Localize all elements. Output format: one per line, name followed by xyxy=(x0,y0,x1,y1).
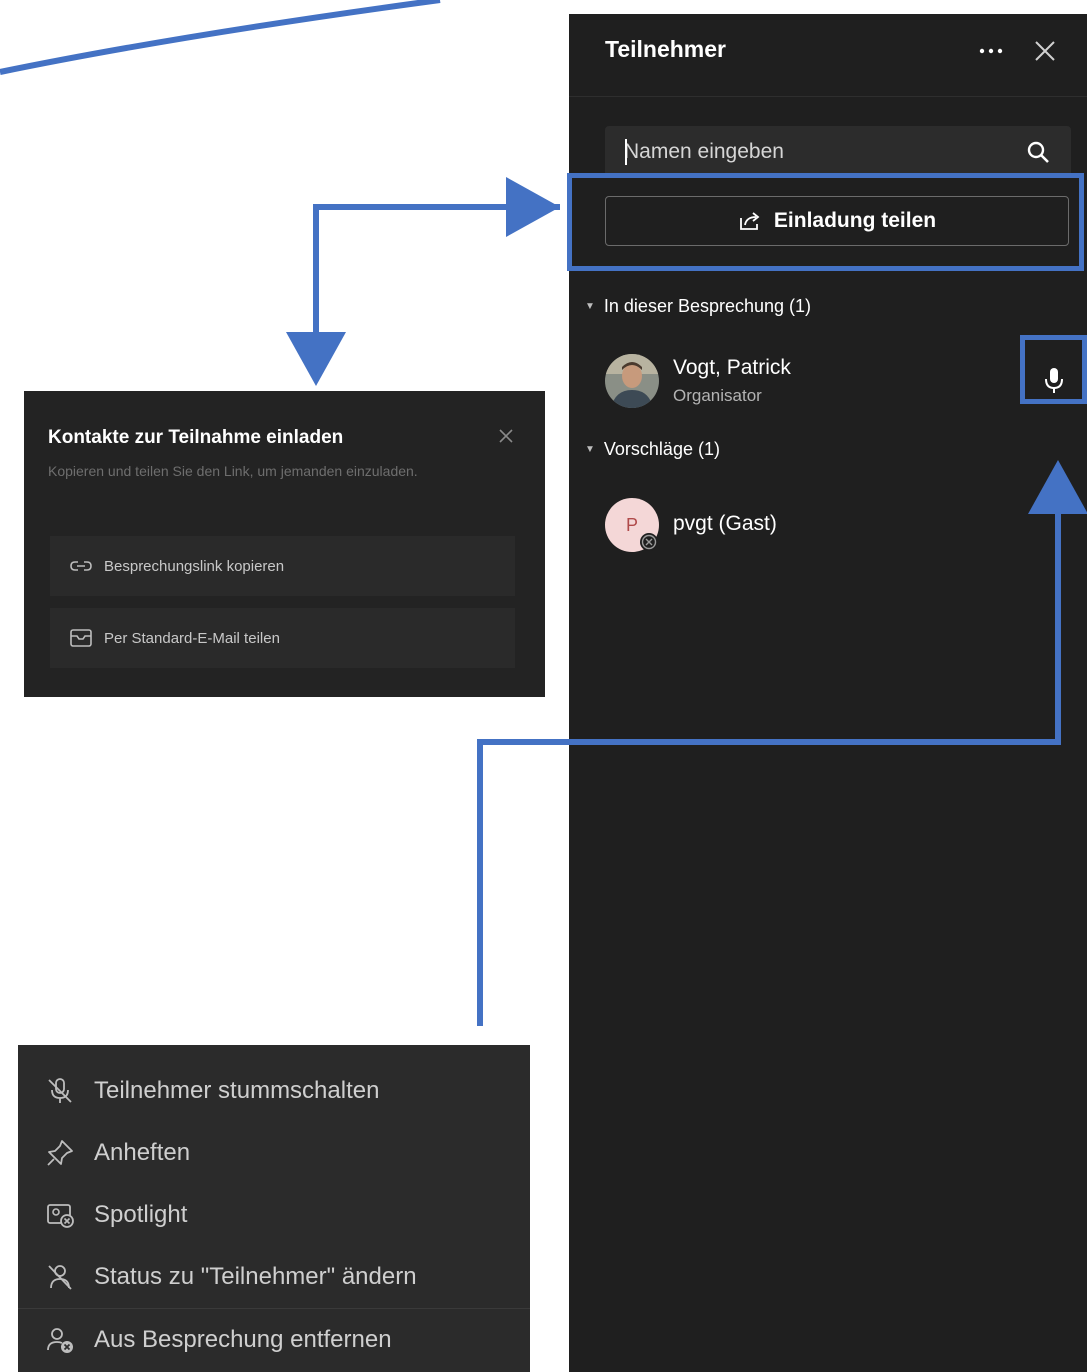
callout-arrows xyxy=(0,0,1087,1026)
